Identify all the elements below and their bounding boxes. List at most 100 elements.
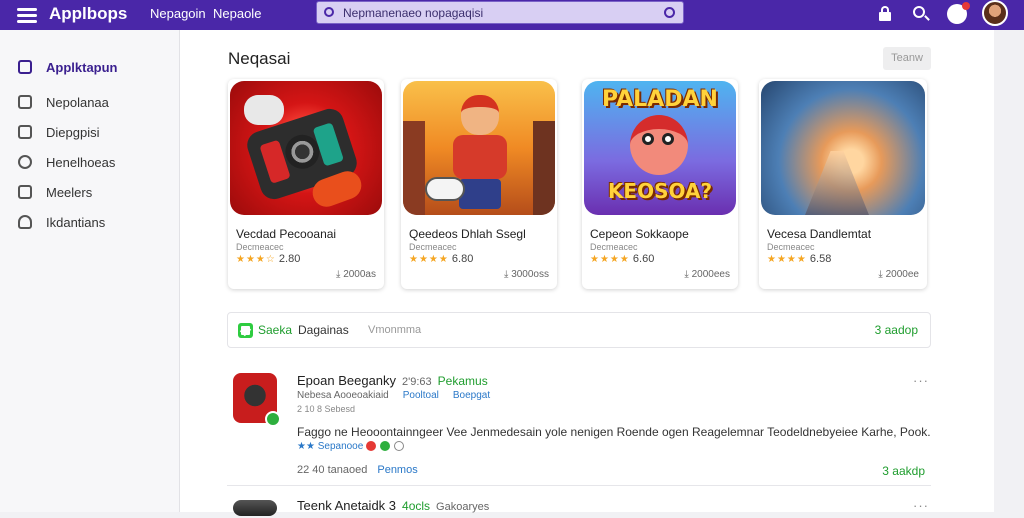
art-title-bottom: KEOSOA? [607,179,713,203]
list-item-footer: 22 40 tanaoed Penmos [297,464,418,476]
app-thumbnail [233,500,277,516]
app-rating: ★★★☆ 2.80 [236,253,300,265]
banner-label: Saeka [258,323,293,337]
download-count-value: 3000oss [511,269,549,280]
user-icon [18,215,32,229]
app-artwork [403,81,555,215]
app-developer: Decmeacec [767,242,815,252]
star-rating-icon: ★★★★ [590,254,630,265]
list-item-tag: Pekamus [437,374,488,388]
status-red-icon [366,441,377,452]
app-artwork [761,81,925,215]
app-name: Vecesa Dandlemtat [767,227,872,241]
app-developer: Decmeacec [590,242,638,252]
verified-badge-icon [265,411,281,427]
sidebar-item-gamepad[interactable]: Meelers [18,181,92,203]
download-count: ⤓ 3000oss [503,269,549,280]
app-artwork: PALADAN KEOSOA? [584,81,736,215]
chat-icon [18,155,32,169]
star-rating-icon: ★★★★ [409,254,449,265]
banner-action[interactable]: 3 aadop [875,323,918,337]
list-item-tag: 4ocls [402,499,431,513]
star-rating-icon: ★★★★ [767,254,807,265]
app-thumbnail [233,373,281,427]
list-item-name: Epoan Beeganky [297,373,397,388]
nav-link-2[interactable]: Nepaole [213,6,261,21]
list-item[interactable]: Epoan Beeganky 2'9:63 Pekamus ··· Nebesa A… [227,373,931,486]
gamepad-icon [18,185,32,199]
sidebar-item-label: Applktapun [46,59,118,75]
right-rail [994,30,1024,512]
view-all-button[interactable]: Teanw [883,47,931,70]
banner-muted-text: Vmonmma [368,324,422,336]
list-item-title: Epoan Beeganky 2'9:63 Pekamus [297,373,488,388]
sidebar-item-label: Ikdantians [46,214,106,230]
search-icon [324,7,334,17]
download-count-value: 2000ees [691,269,730,280]
sidebar-item-label: Nepolanaa [46,94,109,110]
app-card[interactable]: Vecesa Dandlemtat Decmeacec ★★★★ 6.58 ⤓ … [759,79,927,289]
app-card[interactable]: Qeedeos Dhlah Ssegl Decmeacec ★★★★ 6.80 … [401,79,557,289]
list-item-action[interactable]: 3 aakdp [882,464,925,478]
sidebar-item-label: Meelers [46,184,93,200]
nav-link-1[interactable]: Nepagoin [150,6,206,21]
sidebar-item-folder[interactable]: Nepolanaa [18,91,109,113]
app-rating: ★★★★ 6.60 [590,253,654,265]
search-icon[interactable] [912,5,930,23]
footer-text: 22 40 tanaoed [297,464,368,476]
rating-value: 6.58 [809,253,832,265]
footer-link[interactable]: Penmos [377,464,417,476]
download-count: ⤓ 2000as [335,269,376,280]
app-artwork [230,81,382,215]
star-rating-icon: ★★★☆ [236,254,276,265]
app-card[interactable]: PALADAN KEOSOA? Cepeon Sokkaope Decmeace… [582,79,738,289]
list-item[interactable]: Teenk Anetaidk 3 4ocls Gakoaryes ··· [227,498,931,518]
list-item-muted: Gakoaryes [436,501,490,513]
sidebar: Applktapun Nepolanaa Diepgpisi Henelhoea… [0,30,180,512]
search-input[interactable]: Nepmanenaeo nopagaqisi [343,6,483,20]
list-item-version: 2'9:63 [402,376,432,388]
app-rating: ★★★★ 6.58 [767,253,831,265]
sidebar-item-label: Henelhoeas [46,154,116,170]
list-item-link[interactable]: Boepgat [453,390,490,401]
top-bar: Applbops Nepagoin Nepaole Nepmanenaeo no… [0,0,1024,30]
sidebar-item-chat[interactable]: Henelhoeas [18,151,115,173]
main-content: Neqasai Teanw Vecdad Pecooanai Decmeacec… [180,30,994,516]
sidebar-item-chart[interactable]: Diepgpisi [18,121,99,143]
app-rating: ★★★★ 6.80 [409,253,473,265]
voice-search-icon[interactable] [664,7,675,18]
sidebar-item-label: Diepgpisi [46,124,100,140]
list-item-subtitle-text: Nebesa Aooeoakiaid [297,390,389,401]
notification-icon[interactable] [947,2,970,24]
sidebar-item-user[interactable]: Ikdantians [18,211,105,233]
home-icon [18,60,32,74]
app-name: Qeedeos Dhlah Ssegl [409,227,526,241]
rating-value: 6.80 [451,253,474,265]
download-count-value: 2000as [343,269,376,280]
list-item-link[interactable]: Pooltoal [403,390,439,401]
checkbox-icon[interactable] [238,323,253,338]
brand-logo[interactable]: Applbops [49,4,127,24]
lock-icon[interactable] [877,5,895,23]
chart-icon [18,125,32,139]
rating-text: ★★ Sepanooe [297,441,364,452]
app-developer: Decmeacec [236,242,284,252]
app-developer: Decmeacec [409,242,457,252]
more-options-icon[interactable]: ··· [913,373,929,388]
download-count: ⤓ 2000ees [684,269,730,280]
app-name: Cepeon Sokkaope [590,227,689,241]
more-options-icon[interactable]: ··· [913,498,929,513]
app-name: Vecdad Pecooanai [236,227,337,241]
list-item-name: Teenk Anetaidk 3 [297,498,397,513]
rating-value: 6.60 [632,253,655,265]
search-bar[interactable]: Nepmanenaeo nopagaqisi [316,1,684,24]
list-item-rating: ★★ Sepanooe [297,441,405,452]
status-green-icon [380,441,391,452]
menu-icon[interactable] [17,5,37,23]
list-item-subtitle: Nebesa Aooeoakiaid Pooltoal Boepgat [297,390,490,401]
sidebar-item-home[interactable]: Applktapun [18,56,118,78]
info-banner: Saeka Dagainas Vmonmma 3 aadop [227,312,931,348]
avatar[interactable] [982,0,1008,26]
app-card[interactable]: Vecdad Pecooanai Decmeacec ★★★☆ 2.80 ⤓ 2… [228,79,384,289]
banner-text: Dagainas [298,323,349,337]
